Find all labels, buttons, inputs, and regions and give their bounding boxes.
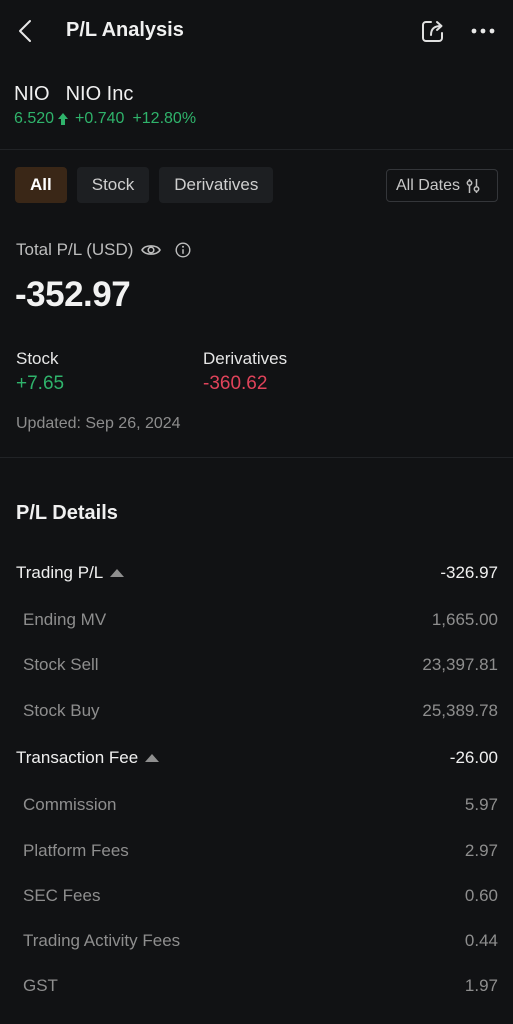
eye-icon[interactable]	[141, 243, 162, 257]
stock-change-percent: +12.80%	[132, 110, 197, 127]
page-title: P/L Analysis	[66, 19, 184, 41]
stock-header: NIO NIO Inc 6.520 +0.740 +12.80%	[14, 83, 196, 128]
stock-quote: 6.520 +0.740 +12.80%	[14, 110, 196, 128]
list-item: Trading Activity Fees 0.44	[23, 931, 498, 950]
collapse-triangle-icon	[110, 569, 125, 577]
chevron-left-icon	[19, 20, 31, 42]
stock-name: NIO Inc	[65, 83, 134, 105]
tab-derivatives[interactable]: Derivatives	[159, 167, 274, 203]
tab-all[interactable]: All	[15, 167, 67, 203]
section-title-pl-details: P/L Details	[16, 502, 118, 524]
stock-pl-value: +7.65	[16, 373, 65, 394]
share-icon	[422, 21, 443, 42]
total-pl-value: -352.97	[15, 275, 131, 314]
transaction-fee-row[interactable]: Transaction Fee -26.00	[0, 743, 513, 773]
list-item: Ending MV 1,665.00	[23, 610, 498, 629]
derivatives-pl: Derivatives -360.62	[203, 349, 287, 395]
list-item: Stock Sell 23,397.81	[23, 655, 498, 674]
trading-pl-value: -326.97	[440, 563, 498, 582]
trading-pl-row[interactable]: Trading P/L -326.97	[0, 558, 513, 588]
list-item: GST 1.97	[23, 976, 498, 995]
divider	[0, 149, 513, 150]
category-tabs: All Stock Derivatives	[15, 167, 274, 203]
arrow-up-icon	[58, 113, 69, 125]
list-item: Platform Fees 2.97	[23, 841, 498, 860]
stock-price: 6.520	[14, 110, 55, 127]
top-bar: P/L Analysis	[0, 0, 513, 62]
trading-pl-toggle[interactable]: Trading P/L	[16, 563, 125, 583]
stock-change: +0.740	[75, 110, 125, 127]
share-button[interactable]	[419, 17, 447, 45]
list-item: SEC Fees 0.60	[23, 886, 498, 905]
divider	[0, 457, 513, 458]
list-item: Commission 5.97	[23, 795, 498, 814]
transaction-fee-value: -26.00	[449, 748, 498, 767]
total-pl-label: Total P/L (USD)	[16, 240, 191, 260]
list-item: Stock Buy 25,389.78	[23, 701, 498, 720]
date-filter-label: All Dates	[396, 176, 461, 194]
tab-stock[interactable]: Stock	[76, 167, 150, 203]
derivatives-pl-label: Derivatives	[203, 349, 288, 368]
stock-pl-label: Stock	[16, 349, 59, 368]
derivatives-pl-value: -360.62	[203, 373, 268, 394]
transaction-fee-toggle[interactable]: Transaction Fee	[16, 748, 160, 768]
info-icon[interactable]	[175, 242, 191, 258]
back-button[interactable]	[12, 17, 38, 45]
more-horizontal-icon	[471, 28, 495, 34]
stock-pl: Stock +7.65	[16, 349, 64, 395]
stock-symbol: NIO	[14, 83, 50, 105]
updated-timestamp: Updated: Sep 26, 2024	[16, 415, 181, 432]
sliders-icon	[466, 178, 480, 193]
date-filter-button[interactable]: All Dates	[386, 169, 498, 202]
more-button[interactable]	[469, 17, 497, 45]
collapse-triangle-icon	[145, 754, 160, 762]
